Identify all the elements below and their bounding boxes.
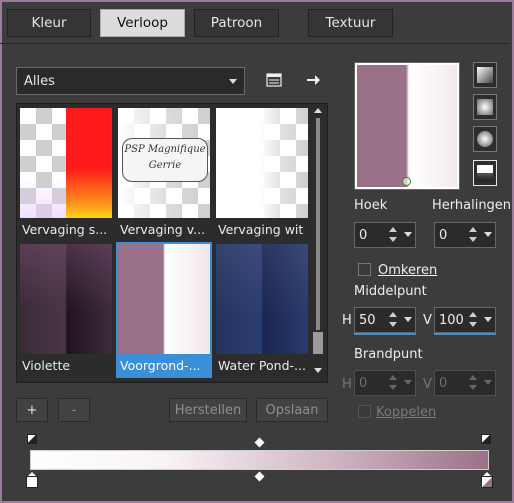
chevron-down-icon[interactable]	[484, 317, 492, 322]
gallery-item[interactable]: Vervaging wit	[214, 106, 310, 242]
linear-gradient-style-button[interactable]	[473, 62, 497, 88]
focal-h-spinner[interactable]: 0	[354, 370, 416, 396]
gradient-thumbnail	[216, 244, 308, 354]
gallery-item-caption: Vervaging v...	[120, 222, 206, 237]
center-v-focus-line	[434, 333, 496, 335]
gradient-thumbnail	[118, 244, 210, 354]
gradient-preview-swatch	[357, 65, 457, 187]
chevron-down-icon[interactable]	[404, 232, 412, 237]
chevron-down-icon[interactable]	[404, 380, 412, 385]
repeats-value: 0	[439, 227, 448, 243]
radial-gradient-icon	[477, 165, 493, 181]
spin-arrows[interactable]	[387, 373, 399, 393]
category-dropdown-value: Alles	[24, 73, 55, 89]
gradient-thumbnail	[20, 244, 112, 354]
save-button[interactable]: Opslaan	[256, 398, 328, 422]
remove-button[interactable]: -	[58, 398, 90, 422]
gallery-item-caption: Vervaging s...	[22, 222, 108, 237]
gradient-preview[interactable]	[354, 62, 460, 190]
tab-gradient[interactable]: Verloop	[100, 9, 185, 37]
watermark-badge: PSP Magnifique Gerrie	[122, 138, 208, 182]
angle-value: 0	[359, 227, 368, 243]
gradient-thumbnail	[20, 108, 112, 218]
list-view-icon[interactable]	[263, 69, 285, 91]
center-label: Middelpunt	[354, 284, 427, 299]
tab-texture[interactable]: Textuur	[308, 9, 393, 37]
color-stop-end[interactable]	[481, 476, 493, 488]
gallery-item-selected[interactable]: Voorgrond-...	[116, 242, 212, 378]
radial-gradient-style-button[interactable]	[473, 160, 497, 186]
scroll-up-icon[interactable]	[314, 108, 322, 113]
angle-label: Hoek	[354, 198, 388, 213]
center-v-value: 100	[439, 312, 464, 328]
gallery-item[interactable]: Violette	[18, 242, 114, 378]
sunburst-gradient-icon	[477, 131, 493, 147]
scrollbar-thumb[interactable]	[313, 332, 323, 354]
tab-color[interactable]: Kleur	[7, 9, 91, 37]
arrow-right-icon[interactable]	[302, 69, 324, 91]
crosshair-icon[interactable]	[402, 177, 411, 186]
angle-spinner[interactable]: 0	[354, 222, 416, 248]
link-checkbox[interactable]	[358, 405, 371, 418]
focal-v-spinner[interactable]: 0	[434, 370, 496, 396]
tab-pattern[interactable]: Patroon	[194, 9, 279, 37]
repeats-spinner[interactable]: 0	[434, 222, 496, 248]
center-h-spinner[interactable]: 50	[354, 307, 416, 333]
gradient-thumbnail	[216, 108, 308, 218]
repeats-label: Herhalingen	[432, 198, 512, 213]
spin-arrows[interactable]	[387, 225, 399, 245]
opacity-stop-start[interactable]	[27, 434, 37, 444]
watermark-text: Gerrie	[148, 160, 182, 171]
chevron-down-icon[interactable]	[484, 380, 492, 385]
linear-gradient-icon	[477, 67, 493, 83]
center-v-label: V	[423, 313, 432, 328]
scroll-down-icon[interactable]	[314, 368, 322, 373]
gradient-gallery[interactable]: Vervaging s... PSP Magnifique Gerrie Ver…	[16, 103, 328, 383]
gallery-item-caption: Water Pond-...	[218, 358, 306, 373]
center-h-focus-line	[354, 333, 416, 335]
opacity-stop-end[interactable]	[481, 434, 491, 444]
spin-arrows[interactable]	[387, 310, 399, 330]
invert-label: Omkeren	[378, 263, 438, 278]
rectangular-gradient-style-button[interactable]	[473, 94, 497, 120]
center-v-spinner[interactable]: 100	[434, 307, 496, 333]
gallery-item[interactable]: PSP Magnifique Gerrie Vervaging v...	[116, 106, 212, 242]
category-dropdown[interactable]: Alles	[16, 67, 245, 95]
gallery-scrollbar[interactable]	[310, 104, 326, 382]
watermark-text: PSP Magnifique	[124, 144, 206, 155]
scrollbar-track	[316, 118, 320, 330]
focal-v-value: 0	[439, 375, 448, 391]
gallery-item[interactable]: Water Pond-...	[214, 242, 310, 378]
gallery-item[interactable]: Vervaging s...	[18, 106, 114, 242]
tab-divider	[0, 43, 510, 44]
add-button[interactable]: +	[16, 398, 48, 422]
focal-label: Brandpunt	[354, 347, 423, 362]
link-label: Koppelen	[376, 405, 437, 420]
center-h-label: H	[342, 313, 352, 328]
gallery-item-caption: Voorgrond-...	[120, 358, 201, 373]
gallery-item-caption: Vervaging wit	[218, 222, 304, 237]
spin-arrows[interactable]	[467, 373, 479, 393]
reset-button[interactable]: Herstellen	[169, 398, 247, 422]
focal-h-label: H	[342, 377, 352, 392]
rectangular-gradient-icon	[477, 99, 493, 115]
focal-h-value: 0	[359, 375, 368, 391]
spin-arrows[interactable]	[467, 310, 479, 330]
chevron-down-icon[interactable]	[404, 317, 412, 322]
chevron-down-icon	[229, 79, 237, 84]
color-stop-start[interactable]	[26, 476, 38, 488]
spin-arrows[interactable]	[467, 225, 479, 245]
invert-checkbox[interactable]	[358, 263, 371, 276]
chevron-down-icon[interactable]	[484, 232, 492, 237]
gradient-thumbnail: PSP Magnifique Gerrie	[118, 108, 210, 218]
focal-v-label: V	[423, 377, 432, 392]
sunburst-gradient-style-button[interactable]	[473, 126, 497, 152]
center-h-value: 50	[359, 312, 376, 328]
gradient-bar[interactable]	[30, 450, 489, 470]
gallery-item-caption: Violette	[22, 358, 71, 373]
